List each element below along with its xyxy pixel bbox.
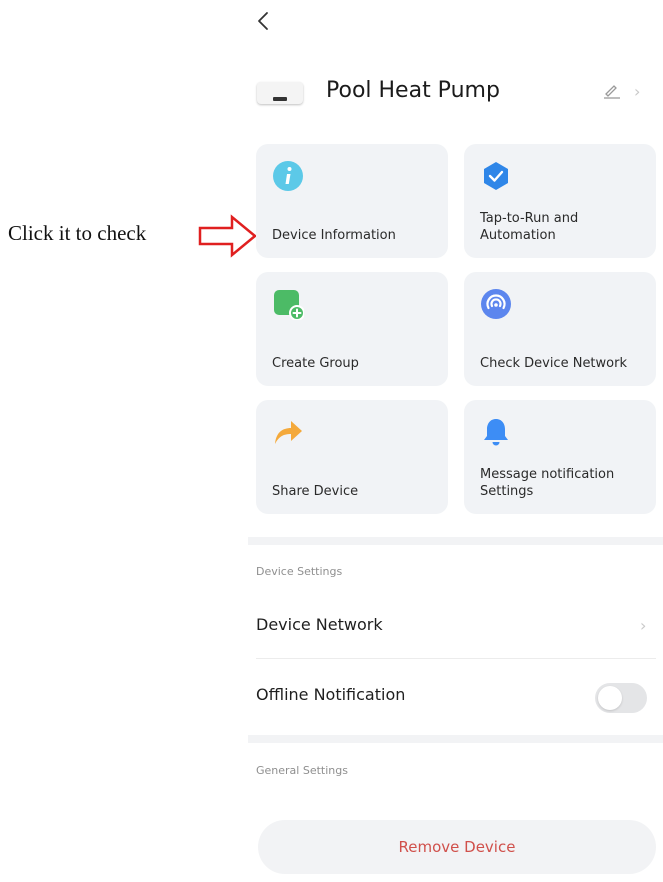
toggle-knob bbox=[598, 686, 622, 710]
card-label: Share Device bbox=[272, 484, 359, 499]
share-icon bbox=[275, 421, 302, 444]
device-header: Pool Heat Pump › bbox=[255, 72, 655, 112]
card-label: Create Group bbox=[272, 356, 359, 371]
edit-icon[interactable] bbox=[603, 83, 621, 99]
card-create-group[interactable]: Create Group bbox=[256, 272, 448, 386]
device-title: Pool Heat Pump bbox=[326, 78, 500, 103]
network-icon bbox=[481, 289, 511, 319]
annotation-arrow-icon bbox=[198, 214, 257, 258]
device-network-label: Device Network bbox=[256, 615, 383, 634]
offline-notification-toggle[interactable] bbox=[595, 683, 647, 713]
row-separator bbox=[256, 658, 656, 659]
device-network-row[interactable]: Device Network › bbox=[248, 596, 663, 656]
card-tap-to-run[interactable]: Tap-to-Run and Automation bbox=[464, 144, 656, 258]
card-device-information[interactable]: Device Information bbox=[256, 144, 448, 258]
section-divider bbox=[248, 537, 663, 545]
card-label: Check Device Network bbox=[480, 356, 627, 371]
bell-icon bbox=[484, 419, 508, 446]
offline-notification-label: Offline Notification bbox=[256, 685, 406, 704]
card-label: Tap-to-Run and Automation bbox=[480, 211, 579, 243]
annotation-text: Click it to check bbox=[8, 221, 147, 245]
card-check-device-network[interactable]: Check Device Network bbox=[464, 272, 656, 386]
create-group-icon bbox=[274, 290, 304, 320]
card-label: Message notification Settings bbox=[480, 467, 615, 499]
general-settings-heading: General Settings bbox=[256, 764, 348, 777]
info-icon bbox=[273, 161, 303, 191]
card-share-device[interactable]: Share Device bbox=[256, 400, 448, 514]
card-label: Device Information bbox=[272, 228, 396, 243]
section-divider bbox=[248, 735, 663, 743]
chevron-right-icon: › bbox=[640, 616, 647, 635]
card-message-notification[interactable]: Message notification Settings bbox=[464, 400, 656, 514]
offline-notification-row: Offline Notification bbox=[248, 666, 663, 726]
chevron-right-icon[interactable]: › bbox=[634, 82, 640, 101]
back-icon[interactable] bbox=[254, 9, 274, 33]
automation-check-icon bbox=[484, 162, 508, 190]
device-thumbnail bbox=[257, 82, 303, 104]
device-settings-heading: Device Settings bbox=[256, 565, 343, 578]
remove-device-button[interactable]: Remove Device bbox=[258, 820, 656, 874]
